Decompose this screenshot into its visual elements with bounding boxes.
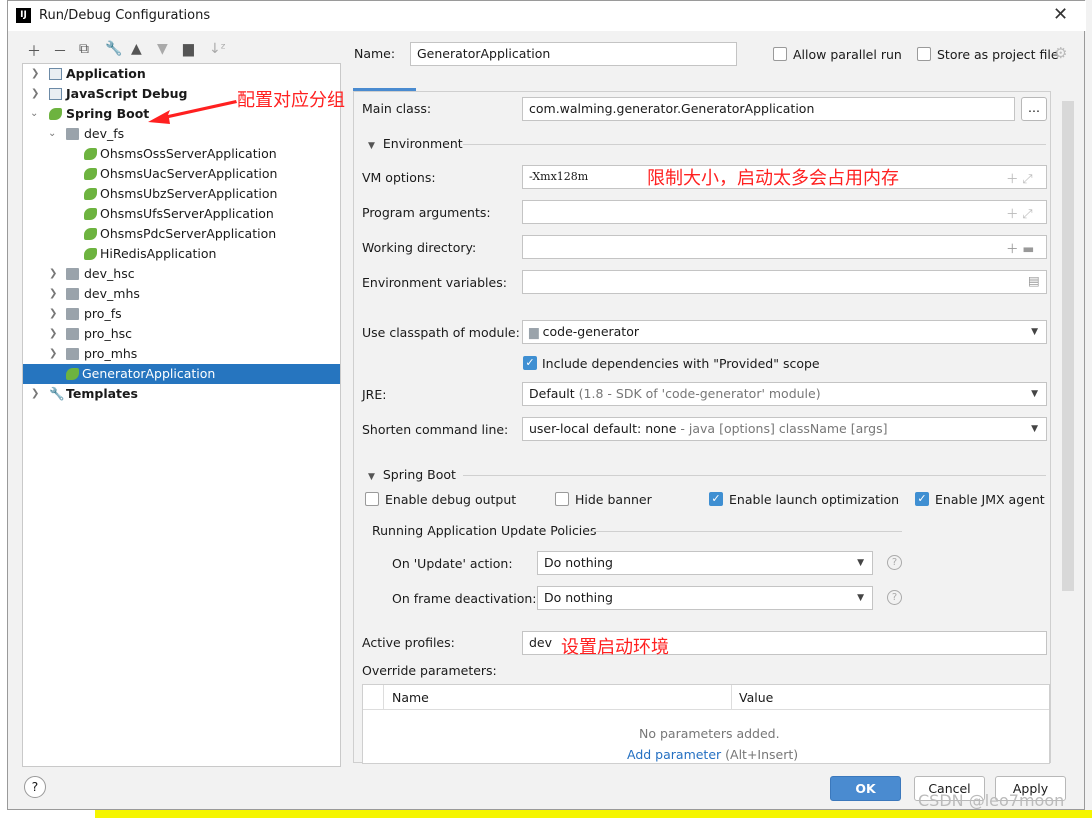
program-arguments-input[interactable] bbox=[522, 200, 1047, 224]
tree-node-folder[interactable]: ❯ pro_mhs bbox=[23, 344, 340, 364]
gear-icon[interactable]: ⚙ bbox=[1054, 44, 1067, 62]
spring-boot-icon bbox=[84, 168, 97, 180]
new-folder-icon[interactable]: ▆ bbox=[183, 41, 194, 57]
spring-boot-icon bbox=[84, 188, 97, 200]
hide-banner-checkbox[interactable] bbox=[555, 492, 569, 506]
annotation-group: 配置对应分组 bbox=[237, 90, 345, 111]
copy-icon[interactable]: ⧉ bbox=[79, 41, 89, 57]
spring-boot-icon bbox=[84, 208, 97, 220]
tree-node-dev-fs[interactable]: ⌄ dev_fs bbox=[23, 124, 340, 144]
override-parameters-table: Name Value No parameters added. Add para… bbox=[362, 684, 1050, 764]
expand-icon[interactable]: ＋ ⤢ bbox=[1006, 203, 1032, 222]
folder-icon bbox=[66, 268, 79, 280]
frame-deactivation-select[interactable]: Do nothing ▼ bbox=[537, 586, 873, 610]
tree-node-config[interactable]: OhsmsOssServerApplication bbox=[23, 144, 340, 164]
empty-text: No parameters added. bbox=[639, 726, 780, 741]
store-project-checkbox[interactable] bbox=[917, 47, 931, 61]
tree-node-config[interactable]: OhsmsUbzServerApplication bbox=[23, 184, 340, 204]
launch-optimization-checkbox[interactable]: ✓ bbox=[709, 492, 723, 506]
wrench-icon: 🔧 bbox=[49, 386, 65, 401]
intellij-logo-icon: IJ bbox=[16, 8, 31, 23]
edit-list-icon[interactable]: ▤ bbox=[1028, 273, 1040, 288]
jmx-agent-checkbox[interactable]: ✓ bbox=[915, 492, 929, 506]
folder-icon bbox=[66, 348, 79, 360]
jre-select[interactable]: Default (1.8 - SDK of 'code-generator' m… bbox=[522, 382, 1047, 406]
shorten-command-line-select[interactable]: user-local default: none - java [options… bbox=[522, 417, 1047, 441]
spring-boot-icon bbox=[66, 368, 79, 380]
ok-button[interactable]: OK bbox=[830, 776, 901, 801]
folder-icon bbox=[66, 288, 79, 300]
tree-node-selected[interactable]: GeneratorApplication bbox=[23, 364, 340, 384]
allow-parallel-checkbox[interactable] bbox=[773, 47, 787, 61]
name-label: Name: bbox=[354, 46, 396, 61]
tree-node-config[interactable]: OhsmsPdcServerApplication bbox=[23, 224, 340, 244]
help-icon[interactable]: ? bbox=[887, 590, 902, 605]
tree-node-config[interactable]: OhsmsUfsServerApplication bbox=[23, 204, 340, 224]
title-bar: IJ Run/Debug Configurations ✕ bbox=[8, 1, 1086, 31]
plus-icon[interactable]: ＋ bbox=[27, 41, 41, 61]
scrollbar[interactable] bbox=[1062, 101, 1074, 591]
minus-icon[interactable]: － bbox=[53, 41, 67, 61]
background-editor bbox=[1085, 0, 1092, 810]
tree-node-application[interactable]: ❯ Application bbox=[23, 64, 340, 84]
update-action-select[interactable]: Do nothing ▼ bbox=[537, 551, 873, 575]
browse-button[interactable]: ... bbox=[1021, 97, 1047, 121]
folder-browse-icon[interactable]: ＋ ▬ bbox=[1006, 238, 1034, 257]
expand-icon[interactable]: ＋ ⤢ bbox=[1006, 168, 1032, 187]
tree-node-config[interactable]: HiRedisApplication bbox=[23, 244, 340, 264]
folder-icon bbox=[66, 328, 79, 340]
environment-section[interactable]: ▼ Environment bbox=[368, 136, 463, 151]
annotation-profile: 设置启动环境 bbox=[561, 637, 669, 658]
tree-node-folder[interactable]: ❯ dev_hsc bbox=[23, 264, 340, 284]
background-console bbox=[95, 810, 1092, 818]
spring-boot-icon bbox=[84, 148, 97, 160]
spring-boot-section[interactable]: ▼ Spring Boot bbox=[368, 467, 456, 482]
sort-icon[interactable]: ↓ᶻ bbox=[209, 41, 226, 57]
tree-node-folder[interactable]: ❯ pro_hsc bbox=[23, 324, 340, 344]
working-directory-input[interactable] bbox=[522, 235, 1047, 259]
close-icon[interactable]: ✕ bbox=[1053, 4, 1068, 25]
main-class-input[interactable]: com.walming.generator.GeneratorApplicati… bbox=[522, 97, 1015, 121]
tree-node-templates[interactable]: ❯ 🔧 Templates bbox=[23, 384, 340, 404]
column-name: Name bbox=[392, 690, 429, 705]
arrow-up-icon[interactable]: ▲ bbox=[131, 41, 142, 57]
wrench-icon[interactable]: 🔧 bbox=[105, 41, 122, 57]
name-input[interactable]: GeneratorApplication bbox=[410, 42, 737, 66]
environment-variables-input[interactable] bbox=[522, 270, 1047, 294]
watermark: CSDN @leo7moon bbox=[918, 791, 1065, 810]
window-title: Run/Debug Configurations bbox=[39, 8, 211, 23]
debug-output-checkbox[interactable] bbox=[365, 492, 379, 506]
tree-node-folder[interactable]: ❯ dev_mhs bbox=[23, 284, 340, 304]
configuration-tree: ❯ Application ❯ JavaScript Debug ⌄ Spring B… bbox=[22, 63, 341, 767]
spring-boot-icon bbox=[84, 228, 97, 240]
spring-boot-icon bbox=[84, 248, 97, 260]
folder-icon bbox=[66, 308, 79, 320]
spring-boot-icon bbox=[49, 108, 62, 120]
run-debug-dialog: IJ Run/Debug Configurations ✕ ＋ － ⧉ 🔧 ▲ … bbox=[7, 0, 1086, 810]
help-icon[interactable]: ? bbox=[887, 555, 902, 570]
annotation-vm: 限制大小，启动太多会占用内存 bbox=[647, 168, 899, 189]
tree-node-folder[interactable]: ❯ pro_fs bbox=[23, 304, 340, 324]
add-parameter-link[interactable]: Add parameter bbox=[627, 747, 721, 762]
folder-icon bbox=[66, 128, 79, 140]
annotation-arrow bbox=[148, 100, 237, 124]
tree-node-config[interactable]: OhsmsUacServerApplication bbox=[23, 164, 340, 184]
column-value: Value bbox=[739, 690, 774, 705]
classpath-module-select[interactable]: ▆ code-generator ▼ bbox=[522, 320, 1047, 344]
arrow-down-icon[interactable]: ▼ bbox=[157, 41, 168, 57]
include-deps-checkbox[interactable]: ✓ bbox=[523, 356, 537, 370]
help-button[interactable]: ? bbox=[24, 776, 46, 798]
